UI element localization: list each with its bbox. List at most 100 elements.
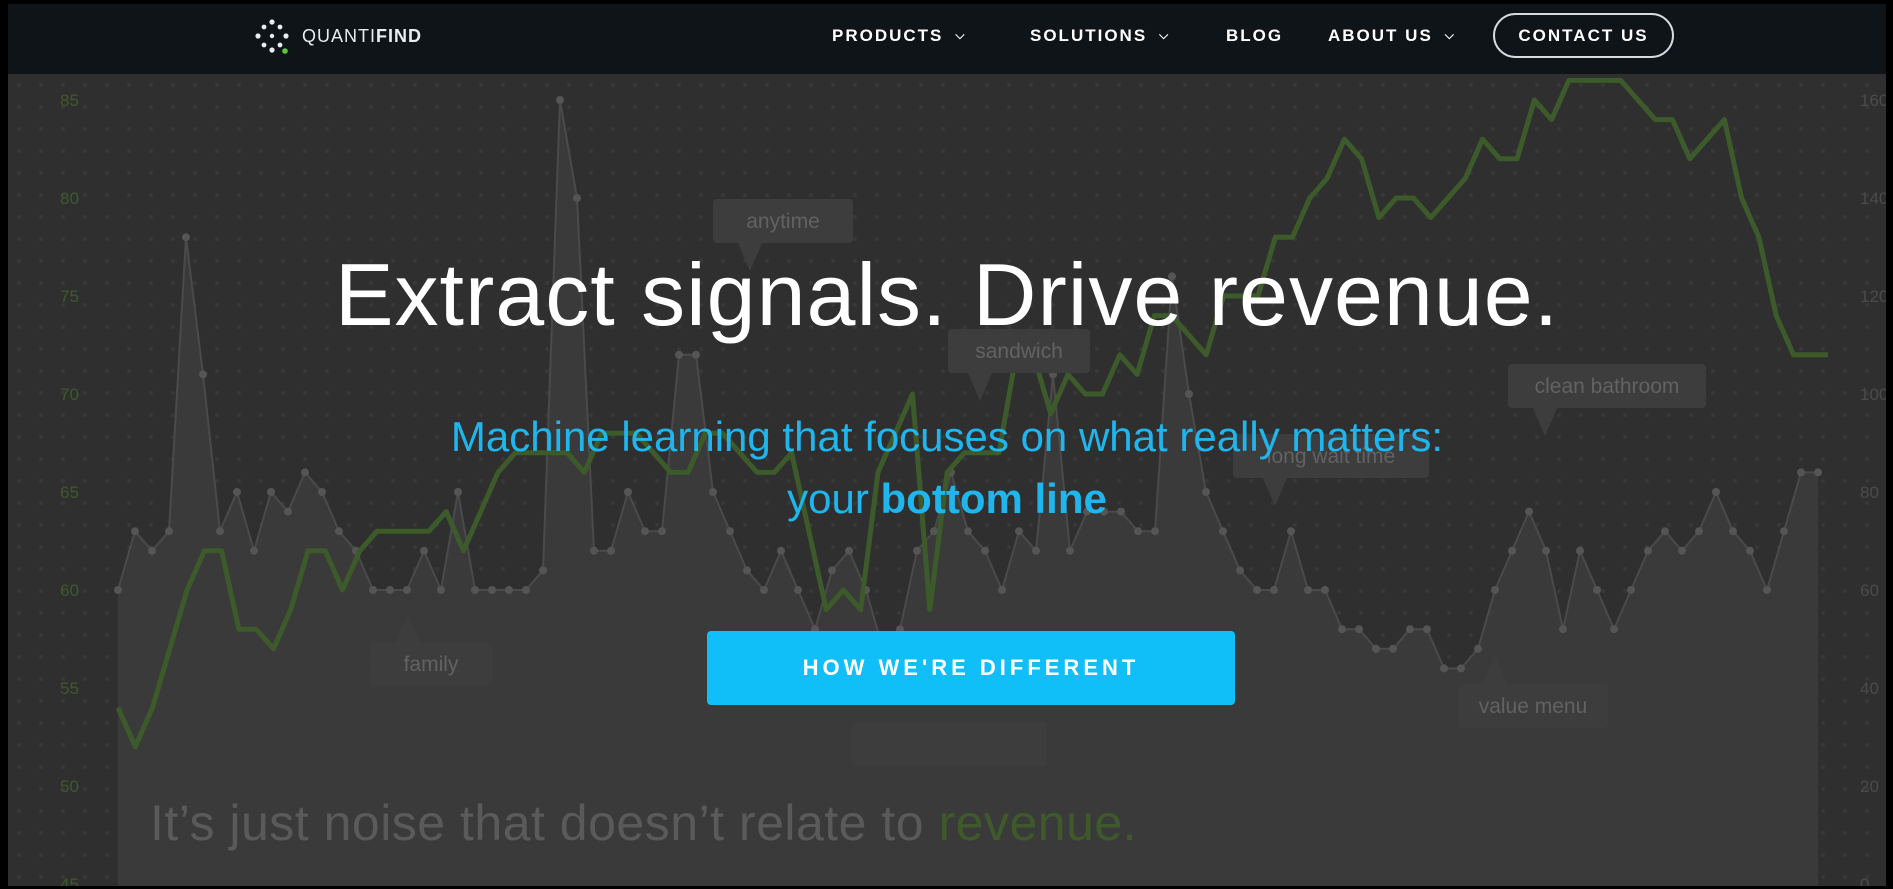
noise-point bbox=[1746, 546, 1754, 555]
page-frame: QUANTIFIND PRODUCTS ⌵ SOLUTIONS ⌵ BLOG A… bbox=[8, 4, 1886, 886]
noise-point bbox=[607, 546, 615, 555]
noise-point bbox=[1559, 625, 1567, 634]
top-navbar: QUANTIFIND PRODUCTS ⌵ SOLUTIONS ⌵ BLOG A… bbox=[8, 4, 1886, 74]
noise-point bbox=[1372, 644, 1380, 653]
noise-caption: It’s just noise that doesn’t relate to r… bbox=[150, 795, 1138, 851]
right-axis-tick: 0 bbox=[1860, 875, 1869, 886]
nav-blog-label: BLOG bbox=[1226, 26, 1284, 45]
noise-point bbox=[1389, 644, 1397, 653]
noise-point bbox=[1576, 546, 1584, 555]
noise-point bbox=[386, 586, 394, 594]
right-axis-tick: 60 bbox=[1860, 581, 1879, 600]
noise-label-text: anytime bbox=[746, 210, 820, 233]
noise-point bbox=[590, 546, 598, 555]
noise-point bbox=[675, 350, 683, 359]
nav-about[interactable]: ABOUT US ⌵ bbox=[1328, 26, 1456, 46]
noise-point bbox=[760, 586, 768, 594]
noise-point bbox=[1423, 625, 1431, 634]
noise-point bbox=[1457, 664, 1465, 673]
noise-point bbox=[539, 566, 547, 575]
nav-products[interactable]: PRODUCTS ⌵ bbox=[832, 26, 967, 46]
noise-point bbox=[369, 586, 377, 594]
noise-point bbox=[845, 546, 853, 555]
noise-point bbox=[420, 546, 428, 555]
nav-blog[interactable]: BLOG bbox=[1226, 26, 1283, 46]
noise-point bbox=[1355, 625, 1363, 634]
noise-point bbox=[488, 586, 496, 594]
noise-point bbox=[1440, 664, 1448, 673]
noise-label-text: value menu bbox=[1479, 695, 1588, 718]
noise-point bbox=[1627, 586, 1635, 594]
noise-point bbox=[692, 350, 700, 359]
noise-point bbox=[1304, 586, 1312, 594]
noise-label-text: family bbox=[404, 653, 459, 676]
noise-point bbox=[403, 586, 411, 594]
noise-point bbox=[1406, 625, 1414, 634]
quantifind-logo-icon bbox=[255, 19, 289, 54]
left-axis-tick: 85 bbox=[60, 91, 79, 110]
noise-point bbox=[1338, 625, 1346, 634]
noise-point bbox=[505, 586, 513, 594]
hero-subtitle-line2: your bottom line bbox=[787, 475, 1107, 522]
noise-point bbox=[148, 546, 156, 555]
noise-point bbox=[573, 194, 581, 202]
noise-point bbox=[471, 586, 479, 594]
noise-point bbox=[1270, 586, 1278, 594]
how-were-different-button[interactable]: HOW WE'RE DIFFERENT bbox=[707, 631, 1235, 705]
noise-point bbox=[1032, 546, 1040, 555]
noise-point bbox=[199, 370, 207, 379]
nav-products-label: PRODUCTS bbox=[832, 26, 944, 45]
left-axis-tick: 55 bbox=[60, 679, 79, 698]
left-axis-tick: 80 bbox=[60, 189, 79, 208]
noise-point bbox=[1253, 586, 1261, 594]
noise-point bbox=[777, 546, 785, 555]
right-axis-tick: 100 bbox=[1860, 385, 1886, 404]
noise-point bbox=[998, 586, 1006, 594]
right-axis-tick: 160 bbox=[1860, 91, 1886, 110]
nav-about-label: ABOUT US bbox=[1328, 26, 1433, 45]
noise-label-text: clean bathroom bbox=[1535, 375, 1680, 398]
right-axis-tick: 20 bbox=[1860, 777, 1879, 796]
noise-point bbox=[1763, 586, 1771, 594]
noise-point bbox=[556, 96, 564, 104]
noise-point bbox=[913, 546, 921, 555]
hero-subtitle: Machine learning that focuses on what re… bbox=[8, 406, 1886, 530]
noise-point bbox=[1508, 546, 1516, 555]
left-axis-tick: 45 bbox=[60, 875, 79, 886]
noise-point bbox=[1474, 644, 1482, 653]
noise-point bbox=[1644, 546, 1652, 555]
nav-solutions[interactable]: SOLUTIONS ⌵ bbox=[1030, 26, 1170, 46]
noise-point bbox=[114, 586, 122, 594]
noise-point bbox=[182, 233, 190, 242]
chevron-down-icon: ⌵ bbox=[1444, 27, 1456, 42]
right-axis-tick: 40 bbox=[1860, 679, 1879, 698]
noise-point bbox=[743, 566, 751, 575]
noise-point bbox=[1610, 625, 1618, 634]
noise-point bbox=[1066, 546, 1074, 555]
chevron-down-icon: ⌵ bbox=[1159, 27, 1171, 42]
nav-solutions-label: SOLUTIONS bbox=[1030, 26, 1148, 45]
noise-point bbox=[1321, 586, 1329, 594]
left-axis-tick: 70 bbox=[60, 385, 79, 404]
hidden-label-bubble bbox=[851, 722, 1047, 766]
noise-point bbox=[1185, 390, 1193, 398]
noise-point bbox=[794, 586, 802, 594]
hero-subtitle-line1: Machine learning that focuses on what re… bbox=[450, 413, 1444, 460]
left-axis-tick: 50 bbox=[60, 777, 79, 796]
noise-point bbox=[1236, 566, 1244, 575]
noise-point bbox=[1491, 586, 1499, 594]
noise-point bbox=[437, 586, 445, 594]
right-axis-tick: 140 bbox=[1860, 189, 1886, 208]
brand-logo[interactable]: QUANTIFIND bbox=[252, 16, 422, 56]
noise-point bbox=[250, 546, 258, 555]
left-axis-tick: 60 bbox=[60, 581, 79, 600]
hero-title: Extract signals. Drive revenue. bbox=[334, 245, 1560, 344]
chevron-down-icon: ⌵ bbox=[955, 27, 967, 42]
noise-point bbox=[522, 586, 530, 594]
noise-point bbox=[828, 566, 836, 575]
noise-point bbox=[1678, 546, 1686, 555]
brand-name: QUANTIFIND bbox=[302, 25, 423, 46]
noise-point bbox=[1593, 586, 1601, 594]
contact-us-button[interactable]: CONTACT US bbox=[1493, 13, 1674, 58]
noise-point bbox=[1542, 546, 1550, 555]
